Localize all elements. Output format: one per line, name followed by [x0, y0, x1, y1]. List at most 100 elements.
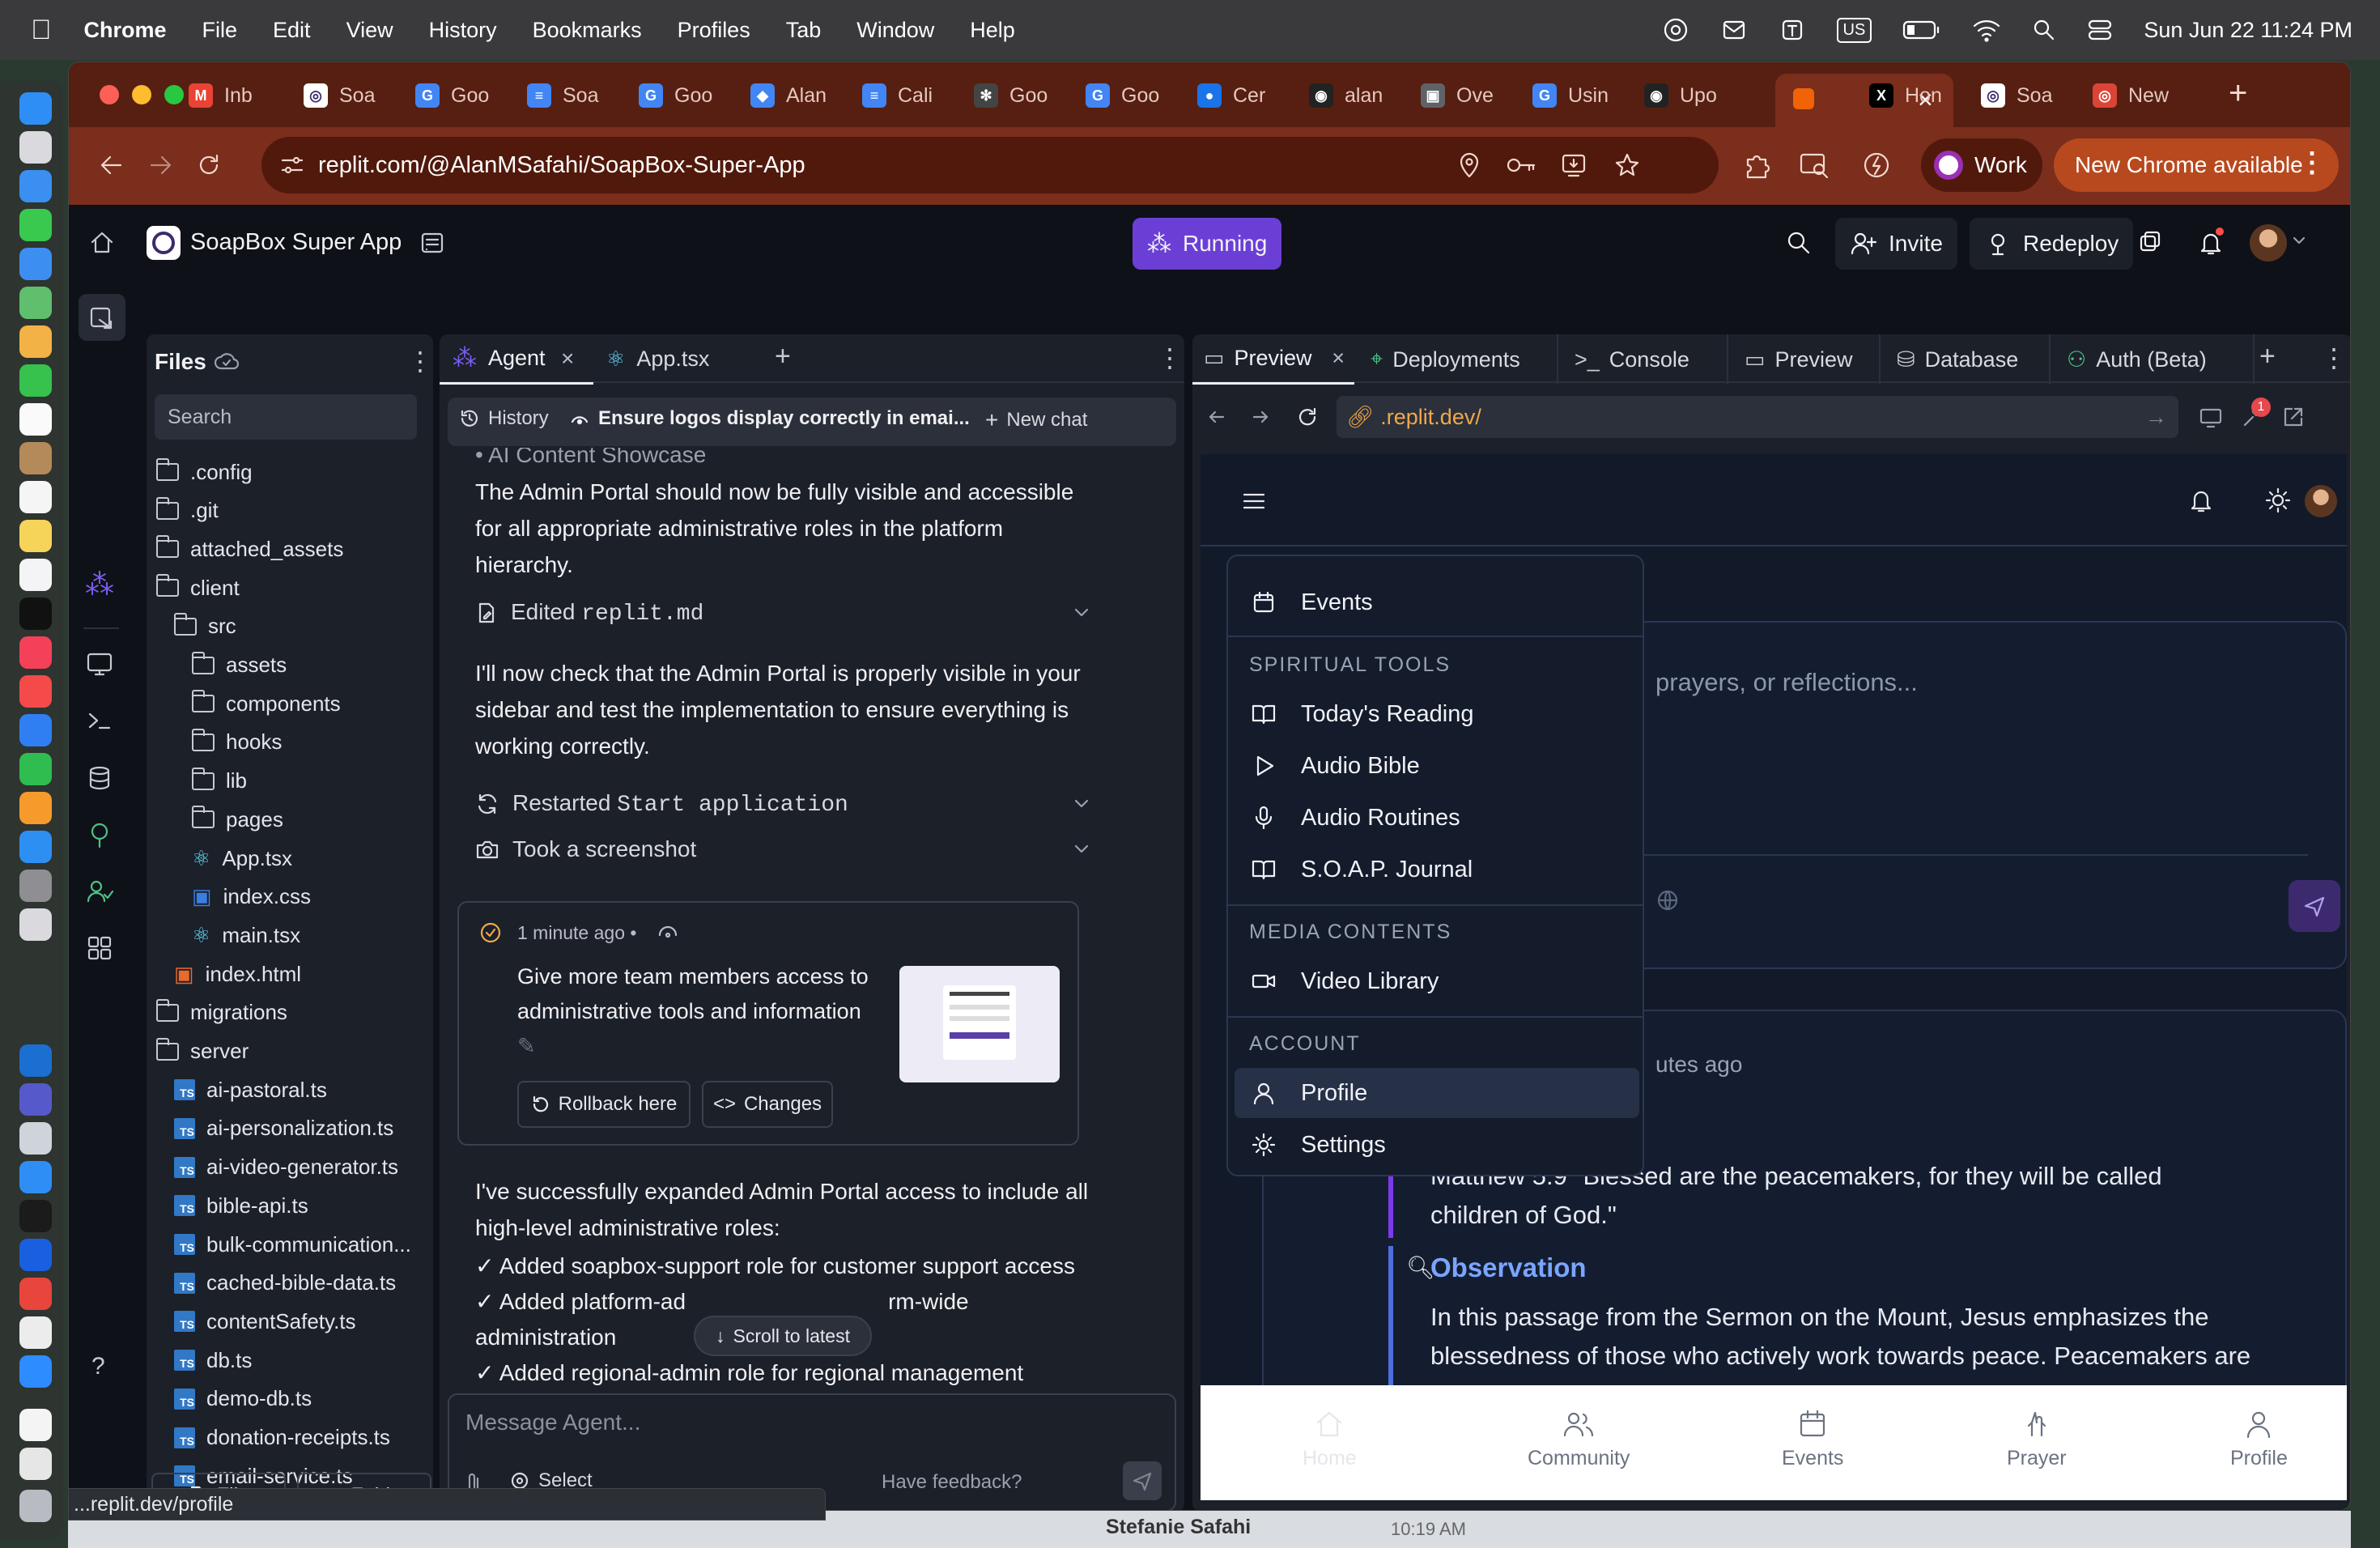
menu-edit[interactable]: Edit — [273, 18, 311, 43]
dock-news-icon[interactable] — [19, 675, 52, 708]
home-icon[interactable] — [88, 229, 116, 257]
menu-history[interactable]: History — [429, 18, 497, 43]
dock-screen-icon[interactable] — [19, 1122, 52, 1155]
dock-keynote-icon[interactable] — [19, 714, 52, 746]
deployments-tool-icon[interactable] — [85, 820, 114, 849]
tree-folder[interactable]: attached_assets — [156, 531, 343, 567]
feedback-link[interactable]: Have feedback? — [882, 1471, 1022, 1494]
chat-scroll[interactable]: • AI Content Showcase The Admin Portal s… — [440, 448, 1184, 1387]
tab-close-icon[interactable]: × — [1332, 346, 1345, 371]
agent-tool-icon[interactable]: ⁂ — [85, 568, 114, 602]
nav-prayer[interactable]: Prayer — [2007, 1408, 2067, 1470]
browser-tab[interactable]: G Usin — [1532, 75, 1609, 116]
add-tab-icon[interactable]: + — [2259, 341, 2276, 372]
tree-folder[interactable]: pages — [192, 802, 283, 837]
menu-help[interactable]: Help — [970, 18, 1015, 43]
dock-photos-icon[interactable] — [19, 325, 52, 358]
tree-folder[interactable]: server — [156, 1034, 249, 1070]
site-settings-icon[interactable] — [279, 153, 305, 177]
menu-tab[interactable]: Tab — [786, 18, 822, 43]
tab-close-icon[interactable]: × — [561, 346, 574, 372]
checkpoint-thumbnail[interactable] — [899, 966, 1060, 1082]
preview-tab[interactable]: ⚇ Auth (Beta) — [2055, 334, 2255, 385]
tree-file[interactable]: ▣ index.html — [174, 956, 301, 992]
globe-icon[interactable] — [1655, 888, 1680, 912]
dock-tv-icon[interactable] — [19, 598, 52, 630]
tab-agent[interactable]: ⁂ Agent × — [440, 334, 593, 385]
menu-item-profile[interactable]: Profile — [1235, 1068, 1639, 1118]
reload-icon[interactable] — [193, 150, 224, 181]
device-preview-icon[interactable] — [2198, 406, 2224, 430]
browser-tab[interactable]: ◎ New — [2093, 75, 2169, 116]
new-chat-button[interactable]: + New chat — [985, 407, 1087, 433]
browser-tab[interactable]: ● Cer — [1197, 75, 1265, 116]
dock-outlook-icon[interactable] — [19, 1044, 52, 1077]
chevron-down-icon[interactable] — [1073, 844, 1090, 855]
tree-file[interactable]: TS ai-personalization.ts — [174, 1111, 393, 1146]
tree-file[interactable]: TS bulk-communication... — [174, 1227, 411, 1262]
preview-tab[interactable]: >_ Console — [1563, 334, 1728, 385]
dock-freeform-icon[interactable] — [19, 559, 52, 591]
composer-send-button[interactable] — [2289, 880, 2340, 932]
browser-tab[interactable]: ≡ Cali — [862, 75, 933, 116]
preview-tab[interactable]: ⌖ Deployments — [1359, 334, 1558, 385]
tree-folder[interactable]: .git — [156, 493, 219, 529]
browser-tab[interactable]: ◉ alan — [1309, 75, 1383, 116]
browser-tab[interactable]: M Inb — [189, 75, 253, 116]
dock-document-icon[interactable] — [19, 1409, 52, 1441]
browser-tab[interactable]: ◎ Soa — [304, 75, 375, 116]
agent-panel-menu-icon[interactable]: ⋮ — [1157, 342, 1183, 373]
scroll-to-latest-button[interactable]: ↓ Scroll to latest — [694, 1316, 872, 1356]
dock-calculator-icon[interactable] — [19, 1316, 52, 1349]
files-menu-icon[interactable]: ⋮ — [407, 346, 433, 376]
tree-file[interactable]: TS cached-bible-data.ts — [174, 1265, 396, 1301]
browser-tab[interactable]: G Goo — [1086, 75, 1159, 116]
nav-community[interactable]: Community — [1528, 1408, 1630, 1470]
reading-list-icon[interactable] — [1798, 150, 1830, 181]
send-button[interactable] — [1123, 1461, 1162, 1500]
status-app-icon[interactable] — [1662, 16, 1689, 44]
dock-reminders-icon[interactable] — [19, 481, 52, 513]
menu-app-name[interactable]: Chrome — [84, 18, 167, 43]
tree-file[interactable]: TS donation-receipts.ts — [174, 1420, 390, 1456]
input-source[interactable]: US — [1836, 17, 1872, 43]
kebab-menu-icon[interactable]: ⋮ — [2298, 147, 2326, 179]
window-zoom-button[interactable] — [164, 85, 184, 104]
checkpoint-view-icon[interactable] — [657, 922, 679, 942]
preview-tab[interactable]: ▭ Preview × — [1192, 334, 1354, 385]
spotlight-search-icon[interactable] — [2032, 18, 2056, 42]
tree-folder[interactable]: components — [192, 686, 341, 721]
browser-tab[interactable]: ✻ Goo — [974, 75, 1048, 116]
menu-item-settings[interactable]: Settings — [1228, 1120, 1643, 1170]
menu-item-video-library[interactable]: Video Library — [1228, 956, 1643, 1006]
console-tool-icon[interactable] — [85, 707, 114, 734]
menu-window[interactable]: Window — [856, 18, 934, 43]
update-chrome-button[interactable]: New Chrome available ⋮ — [2054, 138, 2339, 192]
dock-appstore-icon[interactable] — [19, 831, 52, 863]
menu-profiles[interactable]: Profiles — [678, 18, 750, 43]
user-avatar[interactable] — [2250, 224, 2287, 262]
performance-icon[interactable] — [1861, 150, 1892, 181]
dock-launchpad-icon[interactable] — [19, 131, 52, 164]
extensions-icon[interactable] — [1741, 150, 1772, 181]
dock-preview-icon[interactable] — [19, 908, 52, 941]
preview-tool-icon[interactable] — [85, 650, 114, 678]
history-button[interactable]: History — [459, 407, 549, 430]
tree-folder[interactable]: .config — [156, 454, 253, 490]
help-icon[interactable]: ? — [91, 1353, 105, 1380]
menu-bookmarks[interactable]: Bookmarks — [533, 18, 642, 43]
files-search-input[interactable]: Search — [155, 394, 417, 440]
action-edited[interactable]: Edited replit.md — [475, 595, 1090, 631]
composer-placeholder[interactable]: prayers, or reflections... — [1655, 668, 1918, 697]
menu-item-todays-reading[interactable]: Today's Reading — [1228, 689, 1643, 739]
tree-folder[interactable]: client — [156, 570, 240, 606]
browser-tab[interactable]: ◉ Upo — [1644, 75, 1717, 116]
invite-button[interactable]: Invite — [1835, 218, 1957, 270]
tree-folder[interactable]: src — [174, 609, 236, 644]
dock-zoom-icon[interactable] — [19, 1355, 52, 1388]
tree-folder[interactable]: migrations — [156, 995, 287, 1031]
auth-tool-icon[interactable] — [85, 877, 114, 906]
menu-item-audio-routines[interactable]: Audio Routines — [1228, 793, 1643, 843]
dock-contacts-icon[interactable] — [19, 442, 52, 474]
dock-maps-icon[interactable] — [19, 287, 52, 319]
